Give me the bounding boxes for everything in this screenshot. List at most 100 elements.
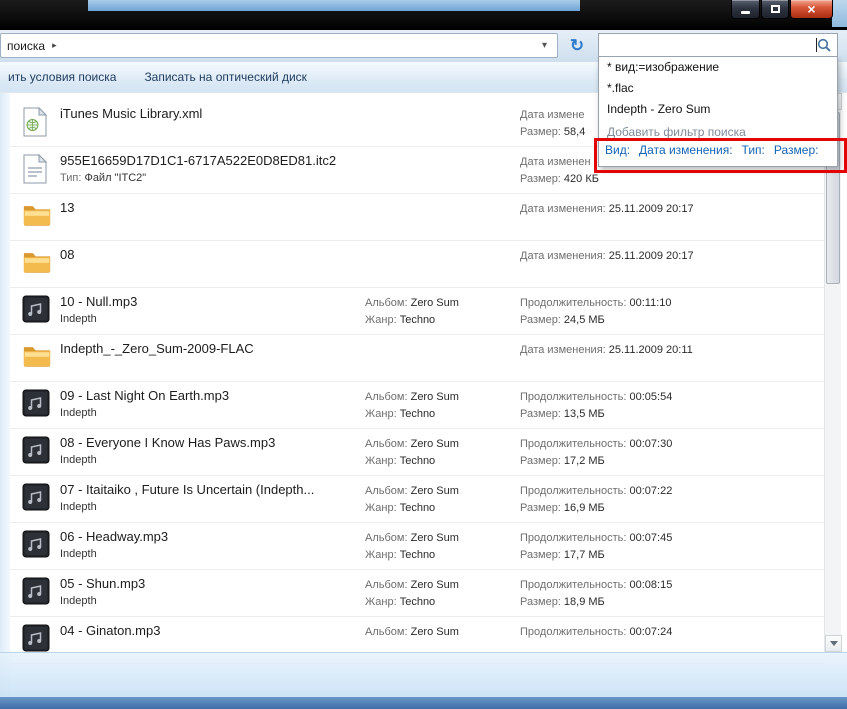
file-name-block: iTunes Music Library.xml	[60, 106, 360, 121]
file-name-block: 08 - Everyone I Know Has Paws.mp3 Indepth	[60, 435, 360, 466]
file-name: 955E16659D17D1C1-6717A522E0D8ED81.itc2	[60, 153, 360, 168]
file-name-block: 06 - Headway.mp3Indepth	[60, 529, 360, 560]
close-icon: ×	[807, 2, 815, 16]
file-name: 13	[60, 200, 360, 215]
mp3-file-icon	[22, 483, 52, 514]
mp3-file-icon	[22, 577, 52, 608]
file-row[interactable]: 06 - Headway.mp3IndepthАльбом: Zero SumЖ…	[10, 523, 824, 570]
file-row[interactable]: 07 - Itaitaiko , Future Is Uncertain (In…	[10, 476, 824, 523]
file-name: 08 - Everyone I Know Has Paws.mp3	[60, 435, 360, 450]
toolbar-item-burn-disc[interactable]: Записать на оптический диск	[144, 70, 307, 84]
mp3-file-icon	[22, 389, 52, 420]
file-meta-details: Продолжительность: 00:07:24	[520, 624, 820, 641]
file-row[interactable]: 08 Дата изменения: 25.11.2009 20:17	[10, 241, 824, 288]
file-subtitle: Indepth	[60, 501, 360, 513]
breadcrumb[interactable]: поиска	[7, 39, 45, 53]
maximize-icon	[771, 5, 780, 13]
file-name-block: 10 - Null.mp3 Indepth	[60, 294, 360, 325]
file-name: 07 - Itaitaiko , Future Is Uncertain (In…	[60, 482, 360, 497]
scroll-down-button[interactable]	[825, 635, 842, 652]
file-name-block: 08	[60, 247, 360, 262]
folder-icon	[22, 248, 52, 279]
search-input[interactable]	[603, 36, 814, 54]
window-left-border	[0, 93, 10, 697]
maximize-button[interactable]	[761, 0, 789, 19]
refresh-button[interactable]: ↻	[564, 35, 590, 57]
file-meta-album: Альбом: Zero SumЖанр: Techno	[365, 530, 515, 564]
file-name: 10 - Null.mp3	[60, 294, 360, 309]
file-meta-album: Альбом: Zero SumЖанр: Techno	[365, 483, 515, 517]
file-meta-album: Альбом: Zero SumЖанр: Techno	[365, 577, 515, 611]
title-bar-accent	[88, 0, 580, 11]
file-meta-details: Продолжительность: 00:08:15Размер: 18,9 …	[520, 577, 820, 611]
search-suggestions-list: * вид:=изображение*.flacIndepth - Zero S…	[599, 57, 837, 120]
file-list-rows: iTunes Music Library.xmlДата измене Разм…	[10, 100, 824, 664]
file-subtitle: Indepth	[60, 313, 360, 325]
file-meta-details: Продолжительность: 00:11:10Размер: 24,5 …	[520, 295, 820, 329]
file-name-block: 07 - Itaitaiko , Future Is Uncertain (In…	[60, 482, 360, 513]
itc2-file-icon	[22, 154, 52, 185]
close-button[interactable]: ×	[790, 0, 833, 19]
file-meta-details: Дата изменения: 25.11.2009 20:11	[520, 342, 820, 359]
toolbar-item-save-search[interactable]: ить условия поиска	[8, 70, 116, 84]
file-subtitle: Тип: Файл "ITC2"	[60, 172, 360, 184]
file-name-block: 04 - Ginaton.mp3	[60, 623, 360, 638]
file-meta-album: Альбом: Zero SumЖанр: Techno	[365, 295, 515, 329]
file-meta-details: Продолжительность: 00:07:45Размер: 17,7 …	[520, 530, 820, 564]
file-row[interactable]: 13 Дата изменения: 25.11.2009 20:17	[10, 194, 824, 241]
folder-icon	[22, 342, 52, 373]
vertical-scrollbar[interactable]	[824, 93, 841, 652]
file-row[interactable]: 10 - Null.mp3 Indepth Альбом: Zero SumЖанр…	[10, 288, 824, 335]
file-name: Indepth_-_Zero_Sum-2009-FLAC	[60, 341, 360, 356]
file-meta-details: Продолжительность: 00:07:30Размер: 17,2 …	[520, 436, 820, 470]
file-name: 05 - Shun.mp3	[60, 576, 360, 591]
file-meta-album: Альбом: Zero SumЖанр: Techno	[365, 389, 515, 423]
mp3-file-icon	[22, 295, 52, 326]
xml-file-icon	[22, 107, 52, 138]
file-name: 09 - Last Night On Earth.mp3	[60, 388, 360, 403]
add-filter-label: Добавить фильтр поиска	[599, 120, 837, 140]
file-name: iTunes Music Library.xml	[60, 106, 360, 121]
folder-icon	[22, 201, 52, 232]
file-subtitle: Indepth	[60, 595, 360, 607]
breadcrumb-arrow-icon[interactable]: ▸	[52, 40, 57, 51]
caption-buttons: ×	[730, 0, 833, 19]
mp3-file-icon	[22, 436, 52, 467]
file-meta-details: Дата изменения: 25.11.2009 20:17	[520, 248, 820, 265]
mp3-file-icon	[22, 530, 52, 561]
file-name-block: 05 - Shun.mp3 Indepth	[60, 576, 360, 607]
address-bar[interactable]: поиска ▸ ▾	[0, 33, 558, 58]
file-name: 04 - Ginaton.mp3	[60, 623, 360, 638]
minimize-icon	[741, 11, 750, 14]
taskbar-edge	[0, 697, 847, 709]
file-name: 08	[60, 247, 360, 262]
file-meta-details: Продолжительность: 00:05:54Размер: 13,5 …	[520, 389, 820, 423]
file-row[interactable]: Indepth_-_Zero_Sum-2009-FLAC Дата изменен…	[10, 335, 824, 382]
desktop-edge	[832, 0, 847, 27]
file-list: iTunes Music Library.xmlДата измене Разм…	[10, 93, 824, 676]
details-pane	[0, 652, 847, 697]
minimize-button[interactable]	[731, 0, 760, 19]
mp3-file-icon	[22, 624, 52, 655]
file-name-block: 13	[60, 200, 360, 215]
file-name: 06 - Headway.mp3	[60, 529, 360, 544]
file-row[interactable]: 05 - Shun.mp3 Indepth Альбом: Zero SumЖанр…	[10, 570, 824, 617]
file-meta-album: Альбом: Zero Sum	[365, 624, 515, 641]
file-subtitle: Indepth	[60, 454, 360, 466]
title-bar: ×	[0, 0, 847, 30]
file-row[interactable]: 09 - Last Night On Earth.mp3IndepthАльбо…	[10, 382, 824, 429]
file-meta-album: Альбом: Zero SumЖанр: Techno	[365, 436, 515, 470]
file-name-block: 955E16659D17D1C1-6717A522E0D8ED81.itc2 Ти…	[60, 153, 360, 184]
search-suggestion[interactable]: * вид:=изображение	[599, 57, 837, 78]
file-meta-details: Дата изменения: 25.11.2009 20:17	[520, 201, 820, 218]
search-box[interactable]	[598, 33, 838, 57]
search-suggestion[interactable]: Indepth - Zero Sum	[599, 99, 837, 120]
arrow-down-icon	[830, 641, 838, 646]
address-dropdown-icon[interactable]: ▾	[542, 40, 551, 51]
file-name-block: Indepth_-_Zero_Sum-2009-FLAC	[60, 341, 360, 356]
file-row[interactable]: 08 - Everyone I Know Has Paws.mp3 Indepth…	[10, 429, 824, 476]
file-name-block: 09 - Last Night On Earth.mp3Indepth	[60, 388, 360, 419]
file-meta-details: Продолжительность: 00:07:22Размер: 16,9 …	[520, 483, 820, 517]
search-icon[interactable]	[817, 38, 831, 52]
search-suggestion[interactable]: *.flac	[599, 78, 837, 99]
